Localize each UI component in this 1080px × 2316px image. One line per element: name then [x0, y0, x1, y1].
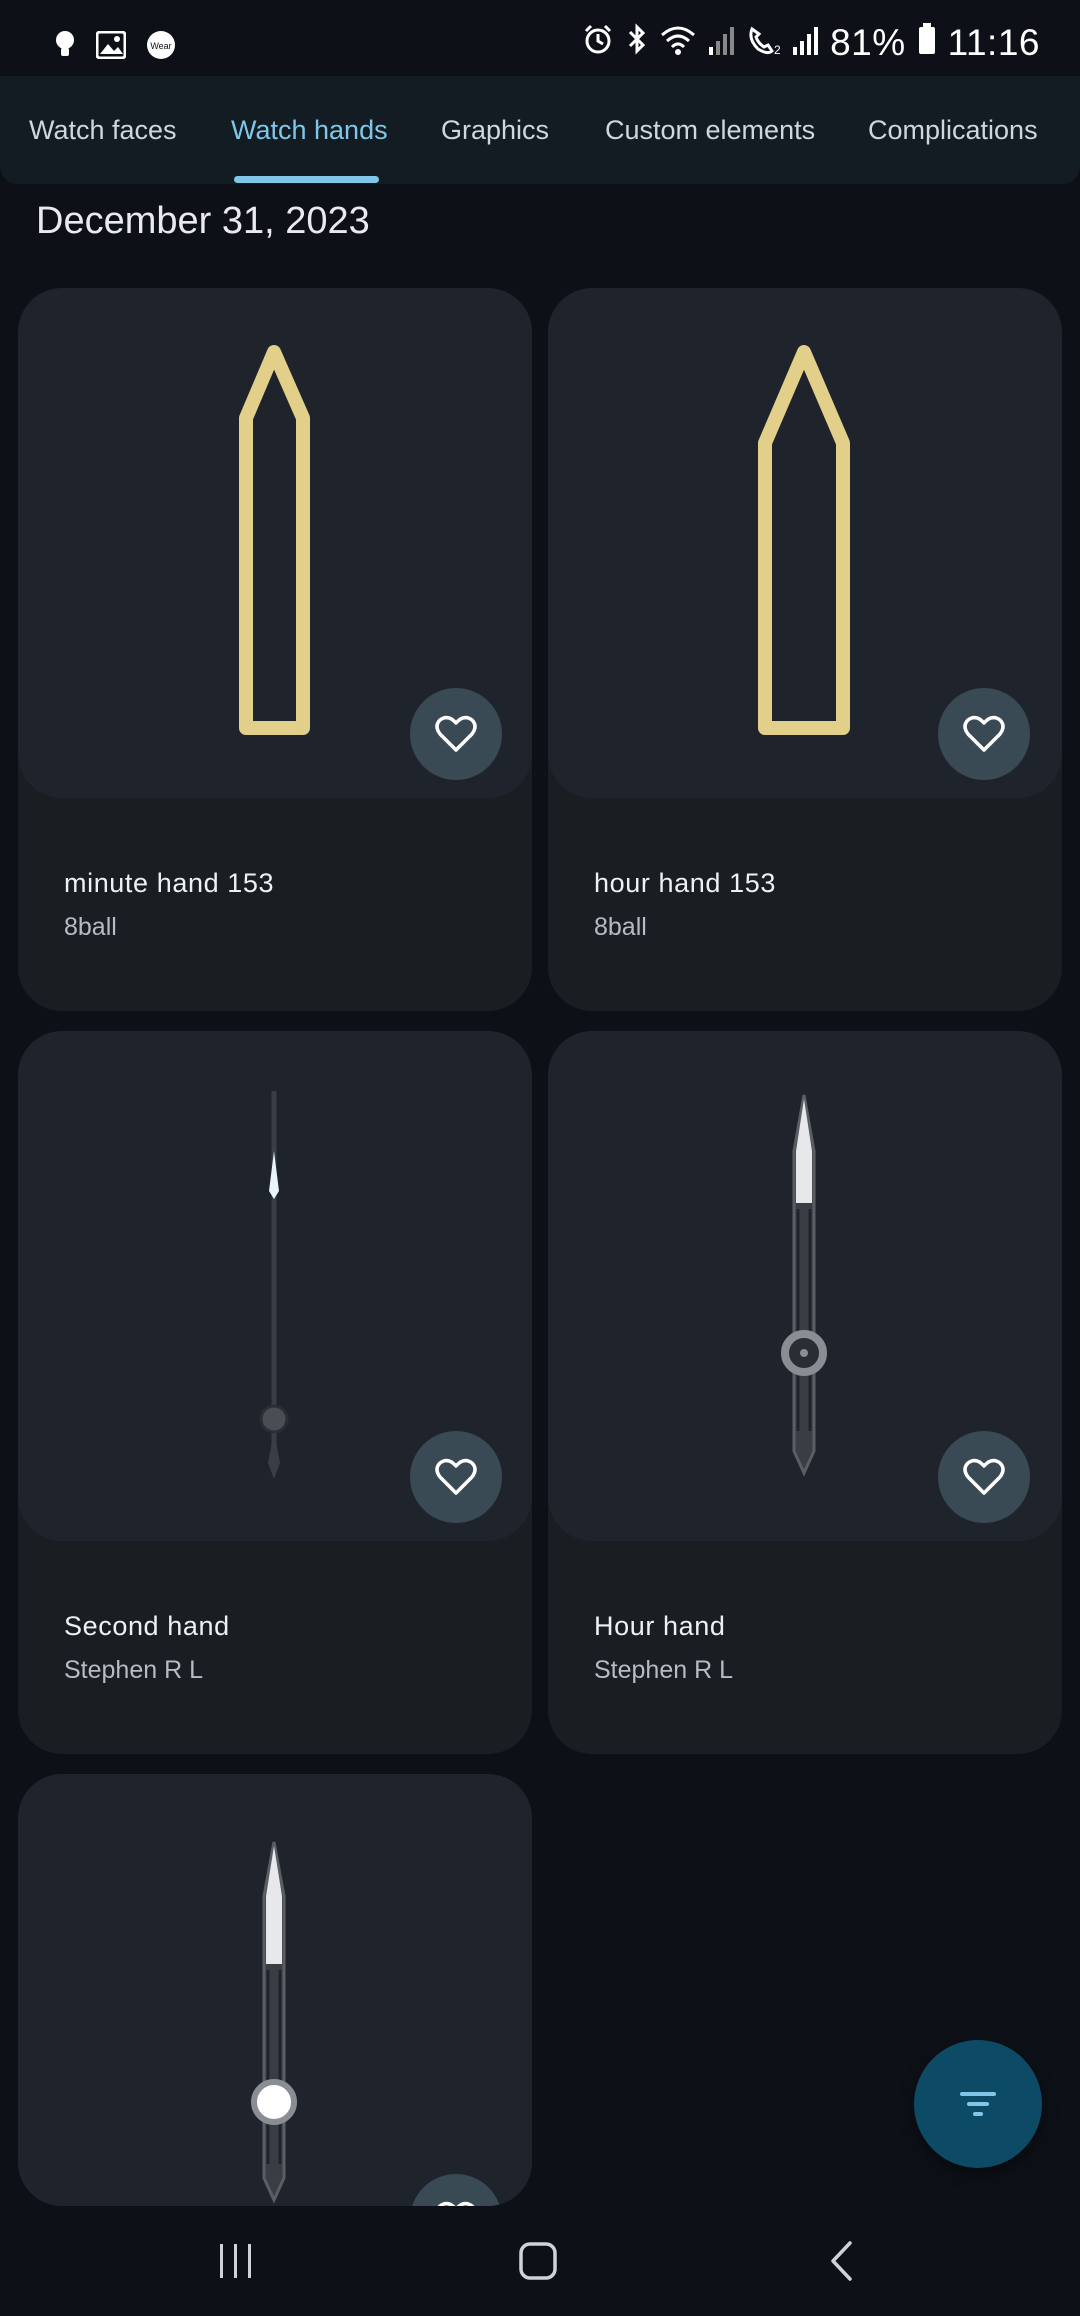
svg-text:2: 2 [774, 43, 780, 55]
battery-icon [918, 22, 936, 64]
alarm-icon [582, 22, 614, 64]
home-icon [519, 2242, 557, 2280]
favorite-button[interactable] [410, 688, 502, 780]
card-author: Stephen R L [594, 1656, 733, 1684]
card-author: 8ball [64, 913, 117, 941]
heart-outline-icon [963, 715, 1005, 752]
gallery-icon [95, 30, 127, 64]
wifi-calling-icon: 2 [746, 22, 781, 64]
signal-icon-2 [792, 22, 819, 64]
favorite-button[interactable] [938, 688, 1030, 780]
tab-graphics[interactable]: Graphics [441, 76, 549, 184]
card-title: Hour hand [594, 1611, 726, 1641]
card-title: minute hand 153 [64, 868, 275, 898]
tab-custom-elements[interactable]: Custom elements [605, 76, 815, 184]
watch-hand-card[interactable]: Hour hand Stephen R L [548, 1031, 1062, 1754]
clock-time: 11:16 [947, 22, 1040, 63]
tab-watch-hands[interactable]: Watch hands [231, 76, 388, 184]
filter-list-icon [960, 2092, 996, 2116]
favorite-button[interactable] [938, 1431, 1030, 1523]
heart-outline-icon [435, 715, 477, 752]
battery-percentage: 81% [830, 22, 906, 63]
watch-hand-card[interactable] [18, 1774, 532, 2206]
heart-outline-icon [963, 1458, 1005, 1495]
card-title: hour hand 153 [594, 868, 776, 898]
status-bar: Wear 2 81% 11:16 [0, 0, 1080, 76]
svg-text:Wear: Wear [150, 41, 171, 51]
category-tab-bar: Watch faces Watch hands Graphics Custom … [0, 76, 1080, 184]
card-author: Stephen R L [64, 1656, 203, 1684]
wear-os-icon: Wear [146, 30, 176, 65]
hour-hand-preview-image [251, 1841, 297, 2204]
watch-hand-card[interactable]: hour hand 153 8ball [548, 288, 1062, 1011]
watch-hand-card[interactable]: minute hand 153 8ball [18, 288, 532, 1011]
card-preview [18, 1774, 532, 2206]
heart-outline-icon [435, 1458, 477, 1495]
recent-apps-icon [220, 2244, 251, 2278]
card-author: 8ball [594, 913, 647, 941]
tab-watch-faces[interactable]: Watch faces [29, 76, 177, 184]
signal-icon [708, 22, 735, 64]
watch-hand-card[interactable]: Second hand Stephen R L [18, 1031, 532, 1754]
tab-complications[interactable]: Complications [868, 76, 1038, 184]
active-tab-indicator [234, 176, 379, 183]
lightbulb-icon [54, 30, 76, 65]
system-navigation-bar [0, 2206, 1080, 2316]
bluetooth-icon [626, 22, 648, 64]
back-button[interactable] [772, 2206, 912, 2316]
home-button[interactable] [468, 2206, 608, 2316]
favorite-button[interactable] [410, 1431, 502, 1523]
back-icon [831, 2241, 852, 2281]
card-title: Second hand [64, 1611, 230, 1641]
date-header: December 31, 2023 [36, 200, 370, 242]
wifi-icon [660, 22, 696, 64]
recent-apps-button[interactable] [166, 2206, 306, 2316]
filter-button[interactable] [914, 2040, 1042, 2168]
